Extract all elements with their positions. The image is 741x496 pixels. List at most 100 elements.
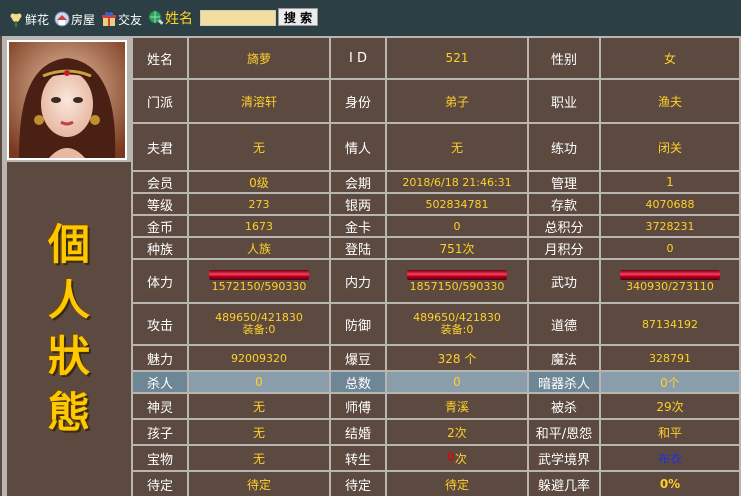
attack-equip: 装备:0 (242, 323, 276, 336)
stat-label: 杀人 (133, 372, 187, 392)
stat-label: 银两 (331, 194, 385, 214)
stat-value: 3728231 (601, 216, 739, 236)
nav-house-label: 房屋 (71, 12, 96, 27)
stat-label: 会期 (331, 172, 385, 192)
stat-label: 师傅 (331, 394, 385, 418)
job-label: 职业 (529, 80, 599, 122)
husband-value: 无 (189, 124, 329, 170)
stat-value: 待定 (189, 472, 329, 496)
defense-cell: 489650/421830 装备:0 (387, 304, 527, 344)
globe-search-icon (148, 10, 164, 26)
defense-equip: 装备:0 (440, 323, 474, 336)
stat-value: 0 (387, 216, 527, 236)
rebirth-count: 0 (447, 449, 455, 464)
stat-label: 转生 (331, 446, 385, 470)
id-label: I D (331, 38, 385, 78)
gender-value: 女 (601, 38, 739, 78)
stat-label: 宝物 (133, 446, 187, 470)
stat-value: 1 (601, 172, 739, 192)
stat-value: 无 (189, 394, 329, 418)
stat-value: 4070688 (601, 194, 739, 214)
stat-value: 0% (601, 472, 739, 496)
skill-bar (620, 269, 720, 280)
stat-value: 1673 (189, 216, 329, 236)
stat-value: 273 (189, 194, 329, 214)
stat-label: 神灵 (133, 394, 187, 418)
stat-label: 金币 (133, 216, 187, 236)
skill-label: 武功 (529, 260, 599, 302)
profile-table: 個 人 狀 態 姓名 旖萝 I D 521 性别 女 门派 清溶轩 身份 弟子 … (2, 36, 741, 496)
rebirth-suffix: 次 (454, 451, 467, 466)
nav-name-label: 姓名 (165, 11, 193, 27)
status-title: 個 人 狀 態 (7, 162, 131, 496)
nav-flower-label: 鲜花 (25, 12, 50, 27)
stat-value: 待定 (387, 472, 527, 496)
status-title-char: 個 (47, 220, 90, 269)
nav-flower[interactable]: 鲜花 (8, 9, 49, 29)
stat-value: 和平 (601, 420, 739, 444)
hp-cell: 1572150/590330 (189, 260, 329, 302)
stat-label: 总积分 (529, 216, 599, 236)
stat-label: 等级 (133, 194, 187, 214)
defense-label: 防御 (331, 304, 385, 344)
mp-value: 1857150/590330 (409, 279, 505, 293)
stat-value: 328 个 (387, 346, 527, 370)
stat-value: 751次 (387, 238, 527, 258)
lover-value: 无 (387, 124, 527, 170)
status-title-char: 態 (47, 388, 90, 437)
gender-label: 性别 (529, 38, 599, 78)
stat-value: 328791 (601, 346, 739, 370)
status-panel: 個 人 狀 態 (7, 162, 131, 496)
stat-label: 被杀 (529, 394, 599, 418)
mp-label: 内力 (331, 260, 385, 302)
stat-value: 29次 (601, 394, 739, 418)
stat-value: 青溪 (387, 394, 527, 418)
stat-label: 种族 (133, 238, 187, 258)
morality-value: 87134192 (601, 304, 739, 344)
stat-value: 2次 (387, 420, 527, 444)
avatar (9, 42, 125, 158)
stat-label: 会员 (133, 172, 187, 192)
stat-label: 月积分 (529, 238, 599, 258)
sect-value: 清溶轩 (189, 80, 329, 122)
morality-label: 道德 (529, 304, 599, 344)
identity-label: 身份 (331, 80, 385, 122)
status-title-char: 人 (47, 276, 90, 325)
mp-cell: 1857150/590330 (387, 260, 527, 302)
search-input[interactable] (200, 10, 276, 26)
nav-house[interactable]: 房屋 (54, 9, 95, 29)
stat-value: 2018/6/18 21:46:31 (387, 172, 527, 192)
rebirth-cell: 0次 (387, 446, 527, 470)
stat-value: 0个 (601, 372, 739, 392)
stat-label: 和平/恩怨 (529, 420, 599, 444)
gift-icon (101, 11, 117, 27)
avatar-frame (7, 40, 127, 160)
stat-label: 躲避几率 (529, 472, 599, 496)
stat-label: 待定 (133, 472, 187, 496)
hp-value: 1572150/590330 (211, 279, 307, 293)
stat-label: 魅力 (133, 346, 187, 370)
stat-value: 0 (189, 372, 329, 392)
stat-value: 布衣 (601, 446, 739, 470)
training-label: 练功 (529, 124, 599, 170)
nav-friends-label: 交友 (118, 12, 143, 27)
search-button[interactable]: 搜 索 (278, 8, 318, 26)
nav-name[interactable]: 姓名 (148, 8, 193, 28)
stat-value: 无 (189, 420, 329, 444)
attack-label: 攻击 (133, 304, 187, 344)
husband-label: 夫君 (133, 124, 187, 170)
nav-friends[interactable]: 交友 (101, 9, 142, 29)
stat-label: 魔法 (529, 346, 599, 370)
house-icon (54, 11, 70, 27)
stat-label: 暗器杀人 (529, 372, 599, 392)
name-value: 旖萝 (189, 38, 329, 78)
top-toolbar: 鲜花 房屋 交友 姓名 搜 索 (0, 0, 741, 36)
stat-value: 92009320 (189, 346, 329, 370)
skill-cell: 340930/273110 (601, 260, 739, 302)
hp-bar (209, 269, 309, 280)
stat-label: 孩子 (133, 420, 187, 444)
stat-value: 无 (189, 446, 329, 470)
hp-label: 体力 (133, 260, 187, 302)
stat-value: 0 (601, 238, 739, 258)
identity-value: 弟子 (387, 80, 527, 122)
